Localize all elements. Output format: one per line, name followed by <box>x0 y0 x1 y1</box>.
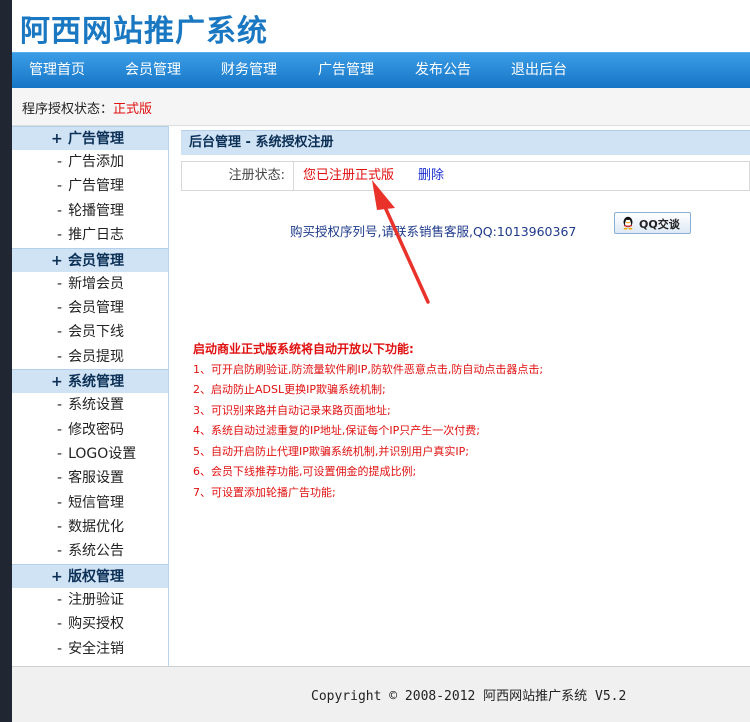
features-title: 启动商业正式版系统将自动开放以下功能: <box>193 342 414 356</box>
sidebar-item-system-notice[interactable]: - 系统公告 <box>12 539 168 563</box>
sidebar-item-label: 购买授权 <box>68 616 125 633</box>
sidebar-group-label: 会员管理 <box>68 252 124 269</box>
sidebar-item-ad-add[interactable]: - 广告添加 <box>12 150 168 174</box>
sidebar-item-member-withdraw[interactable]: - 会员提现 <box>12 345 168 369</box>
sidebar-item-member-manage[interactable]: - 会员管理 <box>12 296 168 320</box>
sidebar-item-label: 数据优化 <box>68 519 125 536</box>
page-title: 后台管理 - 系统授权注册 <box>181 130 750 155</box>
sidebar-item-label: 广告添加 <box>68 154 125 170</box>
sidebar-item-label: 新增会员 <box>68 275 125 292</box>
sidebar-item-buy-license[interactable]: - 购买授权 <box>12 612 168 636</box>
sidebar-item-new-member[interactable]: - 新增会员 <box>12 272 168 296</box>
sidebar-group-label: 广告管理 <box>68 131 124 147</box>
sidebar-item-label: 修改密码 <box>68 421 125 438</box>
sidebar-item-label: 会员提现 <box>68 348 125 365</box>
sidebar-item-promo-log[interactable]: - 推广日志 <box>12 223 168 247</box>
nav-item-ads[interactable]: 广告管理 <box>318 53 374 89</box>
sidebar-item-label: 客服设置 <box>68 470 125 487</box>
purchase-contact-text: 购买授权序列号,请联系销售客服,QQ:1013960367 <box>290 224 577 239</box>
plus-icon: + <box>51 252 63 269</box>
sidebar-group-members[interactable]: + 会员管理 <box>12 247 168 272</box>
sidebar-item-system-settings[interactable]: - 系统设置 <box>12 393 168 417</box>
license-status-value: 正式版 <box>113 102 153 117</box>
registration-status-value: 您已注册正式版 <box>303 168 395 183</box>
sidebar-item-label: 系统设置 <box>68 397 125 414</box>
qq-penguin-icon <box>623 216 633 230</box>
sidebar-item-label: 系统公告 <box>68 543 125 560</box>
nav-item-announcements[interactable]: 发布公告 <box>415 53 471 89</box>
license-status-label: 程序授权状态： <box>22 102 114 117</box>
sidebar-item-member-downline[interactable]: - 会员下线 <box>12 320 168 344</box>
plus-icon: + <box>51 374 63 391</box>
feature-item: 2、启动防止ADSL更换IP欺骗系统机制; <box>193 383 386 396</box>
sidebar-item-logo-settings[interactable]: - LOGO设置 <box>12 442 168 466</box>
qq-chat-label: QQ交谈 <box>639 218 680 231</box>
sidebar-group-label: 版权管理 <box>68 568 124 585</box>
sidebar-item-support-settings[interactable]: - 客服设置 <box>12 466 168 490</box>
sidebar-item-label: 注册验证 <box>68 591 125 608</box>
nav-item-members[interactable]: 会员管理 <box>125 53 181 89</box>
sidebar-item-label: 会员管理 <box>68 299 125 316</box>
sidebar-group-system[interactable]: + 系统管理 <box>12 369 168 394</box>
sidebar-item-label: 轮播管理 <box>68 202 125 219</box>
nav-item-finance[interactable]: 财务管理 <box>221 53 277 89</box>
left-dark-strip <box>0 0 12 722</box>
delete-link[interactable]: 删除 <box>418 162 444 190</box>
copyright-text: Copyright © 2008-2012 阿西网站推广系统 V5.2 <box>311 689 627 704</box>
sidebar-item-secure-logout[interactable]: - 安全注销 <box>12 637 168 661</box>
feature-item: 3、可识别来路并自动记录来路页面地址; <box>193 403 391 417</box>
feature-item: 1、可开启防刷验证,防流量软件刷IP,防软件恶意点击,防自动点击器点击; <box>193 362 544 376</box>
sidebar-item-label: 会员下线 <box>68 324 125 341</box>
site-title: 阿西网站推广系统 <box>20 14 268 49</box>
sidebar: + 广告管理 - 广告添加 - 广告管理 - 轮播管理 - 推广日志 + 会员管理 - 新增会… <box>12 126 169 666</box>
sidebar-item-label: 安全注销 <box>68 640 125 657</box>
sidebar-item-register-verify[interactable]: - 注册验证 <box>12 588 168 612</box>
nav-item-home[interactable]: 管理首页 <box>29 53 85 89</box>
feature-item: 4、系统自动过滤重复的IP地址,保证每个IP只产生一次付费; <box>193 424 480 437</box>
sidebar-item-change-password[interactable]: - 修改密码 <box>12 418 168 442</box>
sidebar-item-carousel[interactable]: - 轮播管理 <box>12 199 168 223</box>
sidebar-group-label: 系统管理 <box>68 374 124 391</box>
registration-status-row: 注册状态: 您已注册正式版 删除 <box>181 161 750 191</box>
qq-chat-button[interactable]: QQ交谈 <box>614 212 691 234</box>
top-navigation: 管理首页 会员管理 财务管理 广告管理 发布公告 退出后台 <box>12 52 750 88</box>
features-list: 启动商业正式版系统将自动开放以下功能: 1、可开启防刷验证,防流量软件刷IP,防… <box>193 339 750 503</box>
sidebar-item-ad-manage[interactable]: - 广告管理 <box>12 174 168 198</box>
license-status-bar: 程序授权状态：正式版 <box>12 88 750 126</box>
sidebar-item-label: 广告管理 <box>68 178 125 195</box>
plus-icon: + <box>51 131 63 147</box>
feature-item: 6、会员下线推荐功能,可设置佣金的提成比例; <box>193 465 417 478</box>
sidebar-item-label: LOGO设置 <box>68 445 137 462</box>
footer: Copyright © 2008-2012 阿西网站推广系统 V5.2 <box>12 666 750 722</box>
header: 阿西网站推广系统 <box>12 0 750 52</box>
sidebar-group-ads[interactable]: + 广告管理 <box>12 126 168 150</box>
sidebar-item-label: 短信管理 <box>68 494 125 511</box>
sidebar-item-data-optimize[interactable]: - 数据优化 <box>12 515 168 539</box>
sidebar-item-sms[interactable]: - 短信管理 <box>12 491 168 515</box>
license-status: 程序授权状态：正式版 <box>22 98 152 117</box>
sidebar-item-label: 推广日志 <box>68 227 125 244</box>
feature-item: 5、自动开启防止代理IP欺骗系统机制,并识别用户真实IP; <box>193 444 469 458</box>
registration-status-label: 注册状态: <box>182 162 294 190</box>
feature-item: 7、可设置添加轮播广告功能; <box>193 485 336 499</box>
nav-item-logout[interactable]: 退出后台 <box>511 53 567 89</box>
sidebar-group-copyright[interactable]: + 版权管理 <box>12 563 168 588</box>
plus-icon: + <box>51 568 63 585</box>
